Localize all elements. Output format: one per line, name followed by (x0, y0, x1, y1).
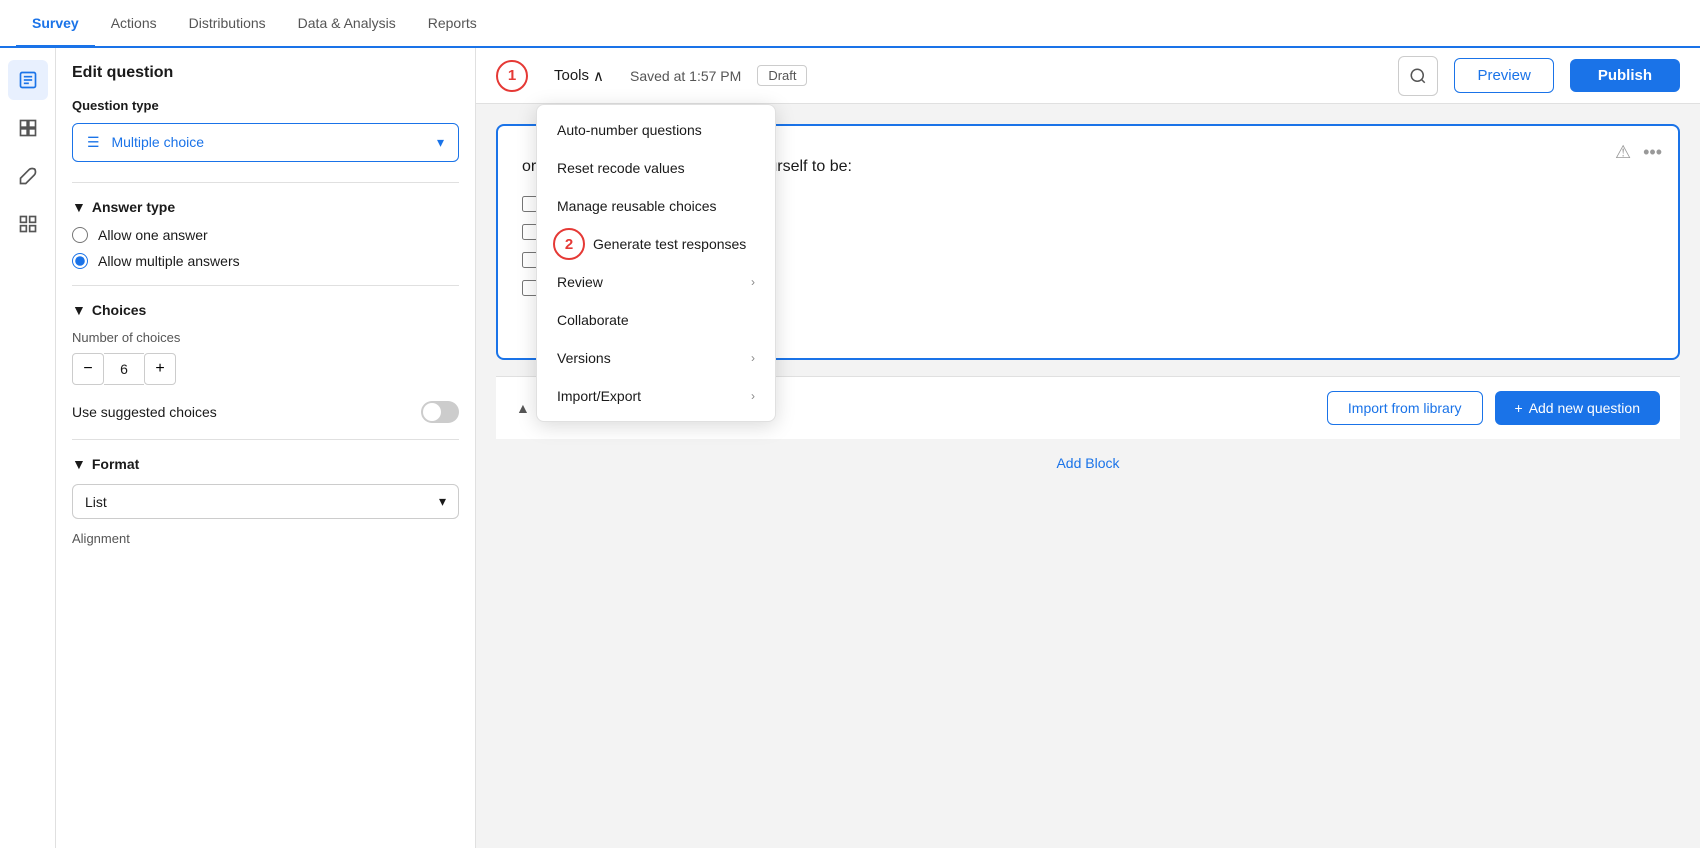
format-header[interactable]: ▼ Format (72, 456, 459, 472)
menu-item-import-export-label: Import/Export (557, 388, 641, 404)
choices-arrow-icon: ▼ (72, 302, 86, 318)
plus-icon: + (1515, 400, 1523, 416)
main-layout: Edit question Question type ☰ Multiple c… (0, 48, 1700, 848)
edit-panel-title: Edit question (72, 64, 459, 82)
add-question-label: Add new question (1529, 400, 1640, 416)
menu-item-reset-recode[interactable]: Reset recode values (537, 149, 775, 187)
menu-item-import-export[interactable]: Import/Export › (537, 377, 775, 415)
icon-sidebar (0, 48, 56, 848)
format-chevron-icon: ▾ (439, 493, 446, 510)
review-chevron-icon: › (751, 275, 755, 289)
preview-button[interactable]: Preview (1454, 58, 1553, 93)
format-arrow-icon: ▼ (72, 456, 86, 472)
menu-item-auto-number[interactable]: Auto-number questions (537, 111, 775, 149)
collapse-arrow-icon: ▼ (72, 199, 86, 215)
step-badge-2: 2 (553, 228, 585, 260)
warning-icon: ⚠ (1615, 142, 1631, 163)
question-card-actions: ⚠ ••• (1615, 142, 1662, 163)
answer-type-label: Answer type (92, 199, 175, 215)
chevron-down-icon: ▾ (437, 134, 444, 151)
choices-stepper: − 6 + (72, 353, 459, 385)
tab-actions[interactable]: Actions (95, 0, 173, 48)
divider-1 (72, 182, 459, 183)
step-badge-1: 1 (496, 60, 528, 92)
stepper-value: 6 (104, 353, 144, 385)
menu-item-review[interactable]: Review › (537, 263, 775, 301)
menu-item-versions[interactable]: Versions › (537, 339, 775, 377)
more-options-icon[interactable]: ••• (1643, 142, 1662, 163)
format-label: Format (92, 456, 139, 472)
collapse-button[interactable]: ▲ (516, 400, 530, 416)
choices-label: Choices (92, 302, 146, 318)
answer-type-options: Allow one answer Allow multiple answers (72, 227, 459, 269)
tools-button[interactable]: Tools ∧ (544, 61, 614, 91)
publish-button[interactable]: Publish (1570, 59, 1680, 92)
search-icon (1409, 67, 1427, 85)
menu-item-generate-test[interactable]: Generate test responses (593, 225, 775, 263)
versions-chevron-icon: › (751, 351, 755, 365)
edit-panel: Edit question Question type ☰ Multiple c… (56, 48, 476, 848)
sidebar-btn-paint[interactable] (8, 156, 48, 196)
alignment-label: Alignment (72, 531, 459, 546)
radio-allow-multiple[interactable] (72, 253, 88, 269)
stepper-decrease-btn[interactable]: − (72, 353, 104, 385)
divider-3 (72, 439, 459, 440)
import-from-library-button[interactable]: Import from library (1327, 391, 1483, 425)
main-content: 1 Tools ∧ Saved at 1:57 PM Draft Preview… (476, 48, 1700, 848)
toggle-knob (423, 403, 441, 421)
menu-item-review-label: Review (557, 274, 603, 290)
stepper-increase-btn[interactable]: + (144, 353, 176, 385)
menu-item-manage-choices[interactable]: Manage reusable choices (537, 187, 775, 225)
tab-reports[interactable]: Reports (412, 0, 493, 48)
choices-header[interactable]: ▼ Choices (72, 302, 459, 318)
allow-multiple-label: Allow multiple answers (98, 253, 240, 269)
import-export-chevron-icon: › (751, 389, 755, 403)
add-new-question-button[interactable]: + Add new question (1495, 391, 1661, 425)
tools-label: Tools (554, 67, 589, 84)
sidebar-btn-layout[interactable] (8, 108, 48, 148)
menu-item-generate-test-label: Generate test responses (593, 236, 746, 252)
bottom-actions: Import from library + Add new question (1327, 391, 1660, 425)
format-value: List (85, 494, 107, 510)
tools-dropdown-menu: Auto-number questions Reset recode value… (536, 104, 776, 422)
add-block-row: Add Block (496, 439, 1680, 487)
menu-item-manage-choices-label: Manage reusable choices (557, 198, 717, 214)
menu-item-collaborate[interactable]: Collaborate (537, 301, 775, 339)
radio-allow-one[interactable] (72, 227, 88, 243)
draft-badge: Draft (757, 65, 807, 86)
saved-status: Saved at 1:57 PM (630, 68, 741, 84)
tab-distributions[interactable]: Distributions (173, 0, 282, 48)
divider-2 (72, 285, 459, 286)
sidebar-btn-data[interactable] (8, 204, 48, 244)
menu-item-reset-recode-label: Reset recode values (557, 160, 685, 176)
tools-chevron-icon: ∧ (593, 67, 604, 85)
suggested-choices-row: Use suggested choices (72, 401, 459, 423)
answer-option-multiple[interactable]: Allow multiple answers (72, 253, 459, 269)
answer-type-header[interactable]: ▼ Answer type (72, 199, 459, 215)
num-choices-label: Number of choices (72, 330, 459, 345)
question-type-select[interactable]: ☰ Multiple choice ▾ (72, 123, 459, 162)
menu-item-auto-number-label: Auto-number questions (557, 122, 702, 138)
tab-data-analysis[interactable]: Data & Analysis (282, 0, 412, 48)
add-block-link[interactable]: Add Block (1056, 455, 1119, 471)
format-select[interactable]: List ▾ (72, 484, 459, 519)
question-type-value: Multiple choice (111, 134, 204, 150)
tab-survey[interactable]: Survey (16, 0, 95, 48)
choices-section: Number of choices − 6 + (72, 330, 459, 385)
list-icon: ☰ (87, 134, 100, 150)
top-navigation: Survey Actions Distributions Data & Anal… (0, 0, 1700, 48)
allow-one-label: Allow one answer (98, 227, 208, 243)
search-button[interactable] (1398, 56, 1438, 96)
toolbar: 1 Tools ∧ Saved at 1:57 PM Draft Preview… (476, 48, 1700, 104)
menu-item-collaborate-label: Collaborate (557, 312, 629, 328)
answer-option-one[interactable]: Allow one answer (72, 227, 459, 243)
question-type-label: Question type (72, 98, 459, 113)
menu-item-versions-label: Versions (557, 350, 611, 366)
sidebar-btn-survey[interactable] (8, 60, 48, 100)
suggested-choices-label: Use suggested choices (72, 404, 217, 420)
suggested-choices-toggle[interactable] (421, 401, 459, 423)
